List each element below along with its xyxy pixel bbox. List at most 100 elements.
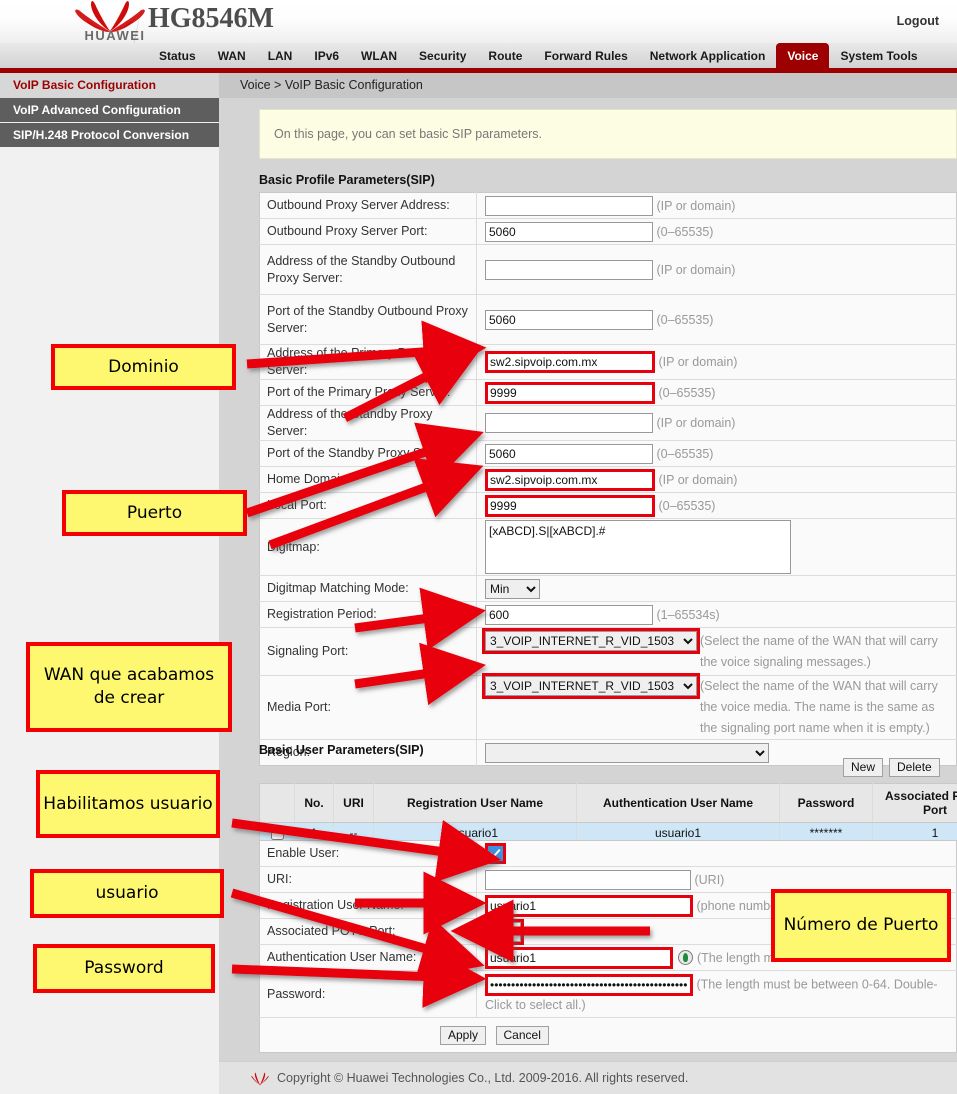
cell-standby-proxy-port: (0–65535) <box>476 440 957 467</box>
user-table-col-registration-user-name: Registration User Name <box>373 783 577 823</box>
user-table-col-password: Password <box>779 783 873 823</box>
hint-standby-outbound-port: (0–65535) <box>656 312 714 327</box>
annotation-usuario: usuario <box>30 869 224 918</box>
region-select[interactable] <box>485 742 769 763</box>
apply-button[interactable]: Apply <box>440 1025 487 1045</box>
sidebar-item-voip-advanced-configuration[interactable]: VoIP Advanced Configuration <box>0 98 219 123</box>
row-standby-proxy-address: Address of the Standby Proxy Server: (IP… <box>259 405 957 441</box>
footer-huawei-icon <box>251 1070 269 1086</box>
hint-home-domain: (IP or domain) <box>658 472 738 487</box>
row-select-checkbox[interactable] <box>270 826 284 840</box>
row-primary-proxy-address: Address of the Primary Proxy Server: (IP… <box>259 344 957 380</box>
password-input[interactable] <box>485 973 693 996</box>
page-footer: Copyright © Huawei Technologies Co., Ltd… <box>219 1061 957 1094</box>
home-domain-input[interactable] <box>485 468 655 491</box>
primary-proxy-port-input[interactable] <box>485 381 655 404</box>
standby-outbound-address-input[interactable] <box>485 259 653 280</box>
label-uri: URI: <box>259 866 477 893</box>
logout-link[interactable]: Logout <box>897 14 939 28</box>
standby-proxy-address-input[interactable] <box>485 413 653 433</box>
breadcrumb: Voice > VoIP Basic Configuration <box>219 73 957 98</box>
hint-primary-proxy-address: (IP or domain) <box>658 355 738 369</box>
local-port-input[interactable] <box>485 494 655 517</box>
signaling-port-select[interactable]: 3_VOIP_INTERNET_R_VID_1503 <box>482 627 700 654</box>
authentication-user-name-input[interactable] <box>485 946 673 969</box>
enable-user-checkbox[interactable] <box>485 843 506 864</box>
registration-user-name-input[interactable] <box>485 894 693 917</box>
row-enable-user: Enable User: <box>259 840 957 867</box>
label-standby-outbound-address: Address of the Standby Outbound Proxy Se… <box>259 244 477 295</box>
annotation-numero-de-puerto: Número de Puerto <box>771 889 951 962</box>
cell-standby-outbound-address: (IP or domain) <box>476 244 957 295</box>
label-enable-user: Enable User: <box>259 840 477 867</box>
nav-item-security[interactable]: Security <box>408 43 477 68</box>
users-section-title: Basic User Parameters(SIP) <box>259 743 424 757</box>
delete-user-button[interactable]: Delete <box>889 758 940 777</box>
cell-password: (The length must be between 0-64. Double… <box>476 970 957 1018</box>
label-standby-proxy-port: Port of the Standby Proxy Server: <box>259 440 477 467</box>
uri-input[interactable] <box>485 869 691 890</box>
outbound-proxy-port-input[interactable] <box>485 221 653 242</box>
label-authentication-user-name: Authentication User Name: <box>259 944 477 971</box>
new-user-button[interactable]: New <box>843 758 884 777</box>
user-table-col-uri: URI <box>333 783 374 823</box>
sidebar-item-sip-h-248-protocol-conversion[interactable]: SIP/H.248 Protocol Conversion <box>0 123 219 148</box>
hint-local-port: (0–65535) <box>658 498 716 513</box>
user-table-head: No. URI Registration User Name Authenticati… <box>259 783 957 823</box>
user-list-table: No. URI Registration User Name Authenticati… <box>259 783 957 843</box>
label-registration-period: Registration Period: <box>259 601 477 628</box>
cell-media-port: 3_VOIP_INTERNET_R_VID_1503 (Select the n… <box>476 673 957 740</box>
registration-period-input[interactable] <box>485 604 653 625</box>
nav-item-route[interactable]: Route <box>477 43 533 68</box>
cell-digitmap-mode: Min <box>476 575 957 602</box>
cell-digitmap: [xABCD].S|[xABCD].# <box>476 518 957 576</box>
cell-registration-period: (1–65534s) <box>476 601 957 628</box>
nav-item-network-application[interactable]: Network Application <box>639 43 777 68</box>
row-standby-outbound-port: Port of the Standby Outbound Proxy Serve… <box>259 294 957 345</box>
label-registration-user-name: Registration User Name: <box>259 892 477 919</box>
device-model-title: HG8546M <box>148 3 274 34</box>
digitmap-matching-mode-select[interactable]: Min <box>485 578 540 599</box>
cell-home-domain: (IP or domain) <box>476 466 957 493</box>
nav-item-status[interactable]: Status <box>148 43 207 68</box>
hint-uri: (URI) <box>694 872 725 887</box>
hint-outbound-proxy-port: (0–65535) <box>656 224 714 239</box>
cell-outbound-proxy-port: (0–65535) <box>476 218 957 245</box>
user-table-toolbar: New Delete <box>843 758 940 777</box>
label-media-port: Media Port: <box>259 675 477 740</box>
standby-proxy-port-input[interactable] <box>485 443 653 464</box>
media-port-row: 3_VOIP_INTERNET_R_VID_1503 (Select the n… <box>482 673 956 739</box>
row-digitmap: Digitmap: [xABCD].S|[xABCD].# <box>259 518 957 576</box>
nav-item-forward-rules[interactable]: Forward Rules <box>533 43 638 68</box>
label-digitmap: Digitmap: <box>259 518 477 576</box>
primary-proxy-address-input[interactable] <box>485 351 655 373</box>
nav-item-wlan[interactable]: WLAN <box>350 43 408 68</box>
user-table-col-authentication-user-name: Authentication User Name <box>576 783 780 823</box>
nav-item-ipv6[interactable]: IPv6 <box>303 43 350 68</box>
label-local-port: Local Port: <box>259 492 477 519</box>
associated-pots-port-select[interactable]: 1 <box>482 918 524 945</box>
row-media-port: Media Port: 3_VOIP_INTERNET_R_VID_1503 (… <box>259 673 957 740</box>
sidebar-item-voip-basic-configuration[interactable]: VoIP Basic Configuration <box>0 73 219 98</box>
nav-item-lan[interactable]: LAN <box>257 43 304 68</box>
row-standby-proxy-port: Port of the Standby Proxy Server: (0–655… <box>259 440 957 467</box>
nav-item-wan[interactable]: WAN <box>207 43 257 68</box>
cell-enable-user <box>476 840 957 867</box>
annotation-password: Password <box>33 944 215 993</box>
nav-item-system-tools[interactable]: System Tools <box>829 43 928 68</box>
standby-outbound-port-input[interactable] <box>485 309 653 330</box>
cancel-button[interactable]: Cancel <box>495 1025 549 1045</box>
cell-local-port: (0–65535) <box>476 492 957 519</box>
outbound-proxy-address-input[interactable] <box>485 195 653 216</box>
hint-signaling-port: (Select the name of the WAN that will ca… <box>700 633 938 669</box>
hint-standby-proxy-address: (IP or domain) <box>656 416 736 430</box>
cell-standby-outbound-port: (0–65535) <box>476 294 957 345</box>
huawei-flower-small-icon <box>251 1072 269 1086</box>
footer-copyright-text: Copyright © Huawei Technologies Co., Ltd… <box>277 1071 689 1085</box>
nav-item-voice[interactable]: Voice <box>776 43 830 68</box>
digitmap-textarea[interactable]: [xABCD].S|[xABCD].# <box>485 520 791 574</box>
nav-item-list: Status WAN LAN IPv6 WLAN Security Route Forward… <box>148 43 929 68</box>
label-standby-proxy-address: Address of the Standby Proxy Server: <box>259 405 477 441</box>
media-port-select[interactable]: 3_VOIP_INTERNET_R_VID_1503 <box>482 673 700 699</box>
annotation-dominio: Dominio <box>51 344 236 390</box>
